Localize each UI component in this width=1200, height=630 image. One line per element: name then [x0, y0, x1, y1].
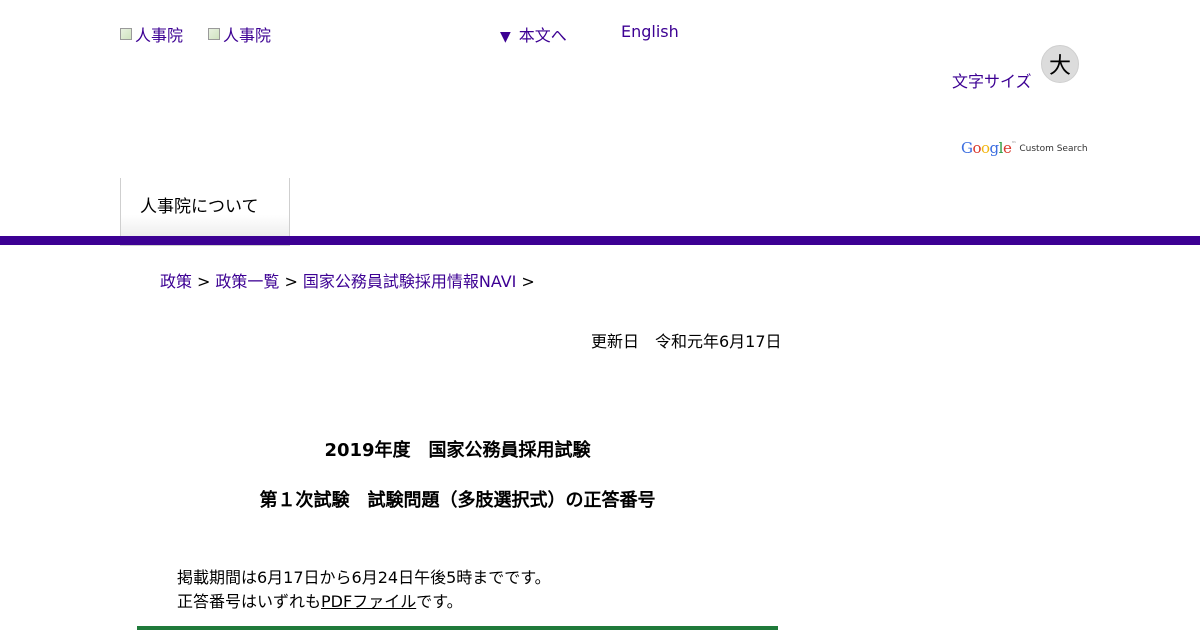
tab-underline: [120, 245, 290, 246]
notice-format: 正答番号はいずれもPDFファイルです。: [177, 592, 463, 611]
trademark-mark: ™: [1011, 141, 1017, 147]
logo-alt-text: 人事院: [223, 26, 272, 45]
breadcrumb-separator: >: [521, 272, 535, 291]
updated-date: 更新日 令和元年6月17日: [591, 332, 782, 351]
google-logo-icon: Google: [961, 139, 1012, 157]
font-size-label[interactable]: 文字サイズ: [952, 68, 1032, 92]
notice-period: 掲載期間は6月17日から6月24日午後5時までです。: [177, 568, 551, 587]
site-logo-text-link[interactable]: 人事院: [208, 22, 271, 46]
google-custom-search[interactable]: Google ™ Custom Search: [961, 139, 1088, 157]
page-title: 2019年度 国家公務員採用試験: [324, 440, 591, 461]
triangle-down-icon: ▼: [500, 29, 511, 45]
skip-to-content-link[interactable]: ▼ 本文へ: [500, 22, 567, 46]
global-nav-bar: [0, 236, 1200, 245]
tab-about-label: 人事院について: [140, 197, 259, 217]
breadcrumb-separator: >: [197, 272, 211, 291]
pdf-file-link[interactable]: PDFファイル: [321, 592, 416, 611]
breadcrumb-item-exam-navi[interactable]: 国家公務員試験採用情報NAVI: [303, 272, 517, 291]
logo-alt-text: 人事院: [135, 26, 184, 45]
english-link[interactable]: English: [621, 22, 679, 41]
page-subtitle: 第１次試験 試験問題（多肢選択式）の正答番号: [259, 490, 656, 511]
breadcrumb-item-policy[interactable]: 政策: [160, 272, 192, 291]
tab-about[interactable]: 人事院について: [120, 178, 290, 245]
breadcrumb-item-policy-list[interactable]: 政策一覧: [215, 272, 279, 291]
breadcrumb-separator: >: [284, 272, 298, 291]
broken-image-icon: [120, 28, 132, 40]
breadcrumb: 政策 > 政策一覧 > 国家公務員試験採用情報NAVI >: [160, 268, 540, 292]
table-top-border: [137, 626, 778, 630]
broken-image-icon: [208, 28, 220, 40]
site-logo-link[interactable]: 人事院: [120, 22, 183, 46]
custom-search-label: Custom Search: [1019, 144, 1088, 154]
font-size-large-button[interactable]: 大: [1041, 45, 1079, 83]
